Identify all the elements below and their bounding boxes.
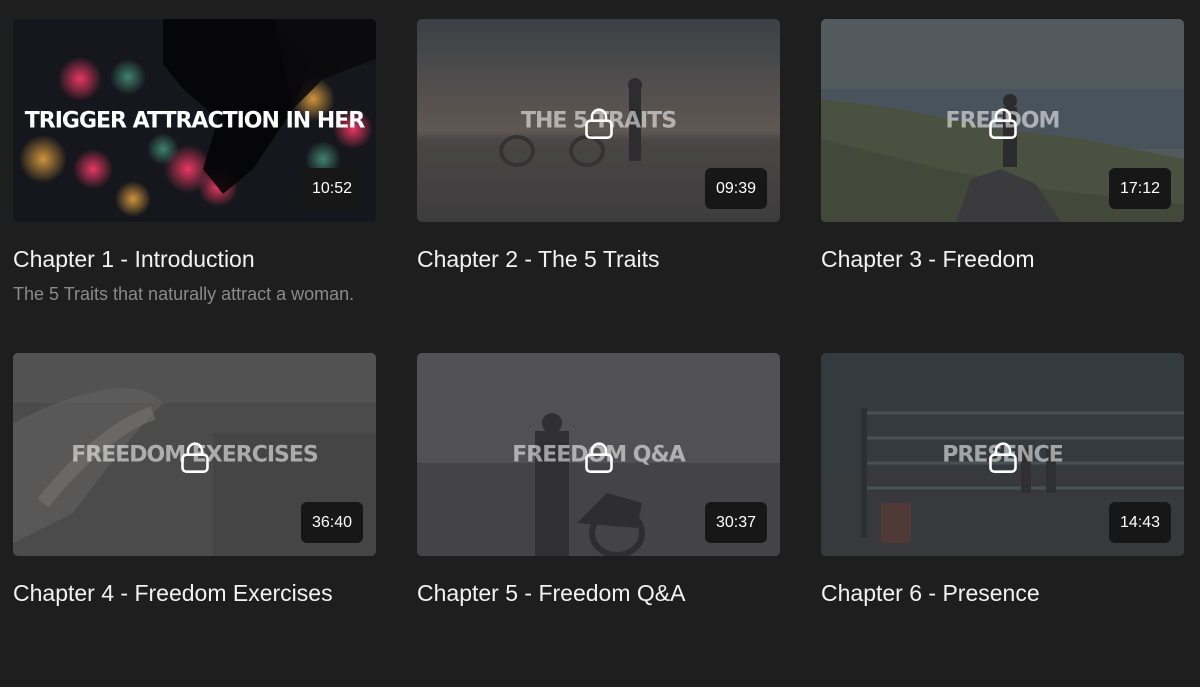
duration-badge: 30:37 <box>704 502 767 543</box>
chapter-card-3[interactable]: FREEDOM 17:12 Chapter 3 - Freedom <box>821 19 1184 353</box>
chapter-card-1[interactable]: TRIGGER ATTRACTION IN HER 10:52 Chapter … <box>13 19 376 353</box>
chapter-thumbnail-5[interactable]: FREEDOM Q&A 30:37 <box>417 353 780 556</box>
lock-icon <box>988 107 1017 139</box>
chapter-card-2[interactable]: THE 5 TRAITS 09:39 Chapter 2 - The 5 Tra… <box>417 19 780 353</box>
duration-badge: 36:40 <box>300 502 363 543</box>
chapter-title[interactable]: Chapter 2 - The 5 Traits <box>417 244 780 274</box>
chapter-title[interactable]: Chapter 4 - Freedom Exercises <box>13 578 376 608</box>
chapter-title[interactable]: Chapter 3 - Freedom <box>821 244 1184 274</box>
chapter-thumbnail-1[interactable]: TRIGGER ATTRACTION IN HER 10:52 <box>13 19 376 222</box>
thumbnail-overlay-title: TRIGGER ATTRACTION IN HER <box>24 108 365 133</box>
duration-badge: 17:12 <box>1108 168 1171 209</box>
duration-badge: 09:39 <box>704 168 767 209</box>
chapter-description: The 5 Traits that naturally attract a wo… <box>13 284 355 304</box>
chapter-thumbnail-6[interactable]: PRESENCE 14:43 <box>821 353 1184 556</box>
duration-badge: 10:52 <box>300 168 363 209</box>
lock-icon <box>584 441 613 473</box>
lock-icon <box>180 441 209 473</box>
chapter-title[interactable]: Chapter 6 - Presence <box>821 578 1184 608</box>
duration-badge: 14:43 <box>1108 502 1171 543</box>
chapter-title[interactable]: Chapter 1 - Introduction <box>13 244 376 274</box>
lock-icon <box>584 107 613 139</box>
chapter-grid: TRIGGER ATTRACTION IN HER 10:52 Chapter … <box>13 19 1185 687</box>
chapter-title[interactable]: Chapter 5 - Freedom Q&A <box>417 578 780 608</box>
chapter-thumbnail-4[interactable]: FREEDOM EXERCISES 36:40 <box>13 353 376 556</box>
lock-icon <box>988 441 1017 473</box>
chapter-thumbnail-3[interactable]: FREEDOM 17:12 <box>821 19 1184 222</box>
chapter-thumbnail-2[interactable]: THE 5 TRAITS 09:39 <box>417 19 780 222</box>
